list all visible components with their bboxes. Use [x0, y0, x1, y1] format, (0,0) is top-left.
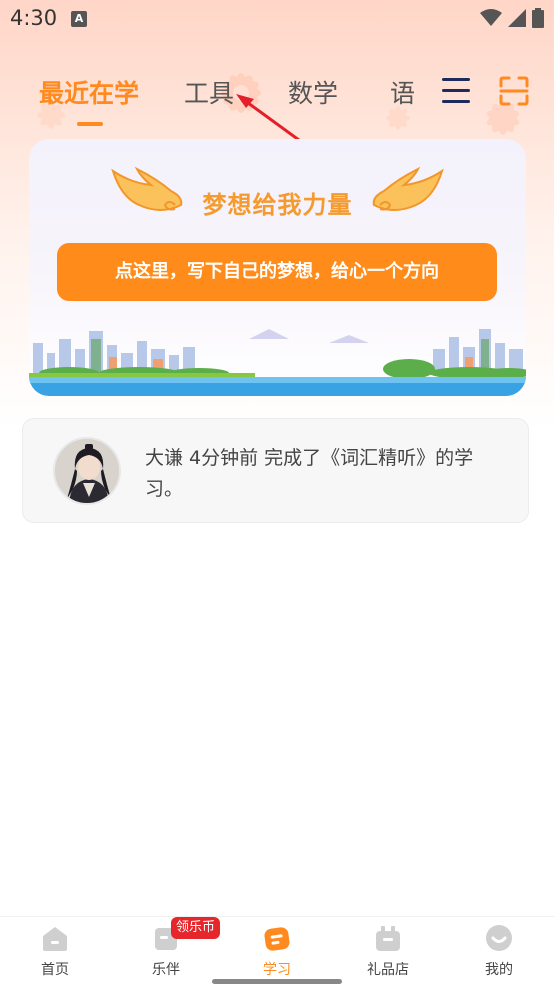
bottom-navigation: 首页 乐伴 学习 礼品店 我的: [0, 916, 554, 984]
dream-title: 梦想给我力量: [202, 191, 353, 219]
tab-chinese[interactable]: 语: [390, 74, 415, 110]
nav-label: 学习: [263, 962, 291, 978]
nav-label: 我的: [485, 962, 513, 978]
nav-label: 乐伴: [152, 962, 180, 978]
tab-recent[interactable]: 最近在学: [39, 74, 139, 110]
battery-icon: [532, 8, 544, 28]
home-icon: [43, 927, 67, 951]
activity-text: 大谦 4分钟前 完成了《词汇精听》的学习。: [145, 447, 474, 500]
menu-icon[interactable]: [442, 78, 470, 104]
user-avatar-illustration: [55, 439, 119, 503]
wifi-icon: [480, 9, 502, 26]
write-dream-button[interactable]: 点这里，写下自己的梦想，给心一个方向: [57, 243, 497, 301]
gift-shop-icon: [376, 926, 400, 951]
nav-home[interactable]: 首页: [10, 917, 100, 984]
city-skyline-illustration: [29, 329, 526, 396]
activity-feed-item[interactable]: 大谦 4分钟前 完成了《词汇精听》的学习。: [22, 418, 529, 523]
coin-badge[interactable]: 领乐币: [171, 917, 221, 939]
home-indicator: [212, 979, 342, 984]
avatar: [53, 437, 121, 505]
notification-icon: A: [71, 11, 87, 27]
nav-label: 礼品店: [367, 962, 409, 978]
category-tabs: 最近在学 工具 数学 语: [0, 70, 554, 126]
profile-icon: [486, 925, 512, 951]
tab-tools[interactable]: 工具: [184, 74, 234, 110]
nav-label: 首页: [41, 962, 69, 978]
active-tab-indicator: [77, 122, 103, 126]
nav-gift-shop[interactable]: 礼品店: [343, 917, 433, 984]
scan-icon[interactable]: [499, 76, 529, 106]
nav-profile[interactable]: 我的: [454, 917, 544, 984]
dream-card: 梦想给我力量 点这里，写下自己的梦想，给心一个方向: [29, 139, 526, 396]
status-time: 4:30: [10, 6, 58, 30]
status-bar: 4:30 A: [0, 0, 554, 38]
signal-icon: [508, 9, 526, 27]
study-icon: [264, 927, 290, 951]
nav-study[interactable]: 学习: [232, 917, 322, 984]
tab-math[interactable]: 数学: [288, 74, 338, 110]
